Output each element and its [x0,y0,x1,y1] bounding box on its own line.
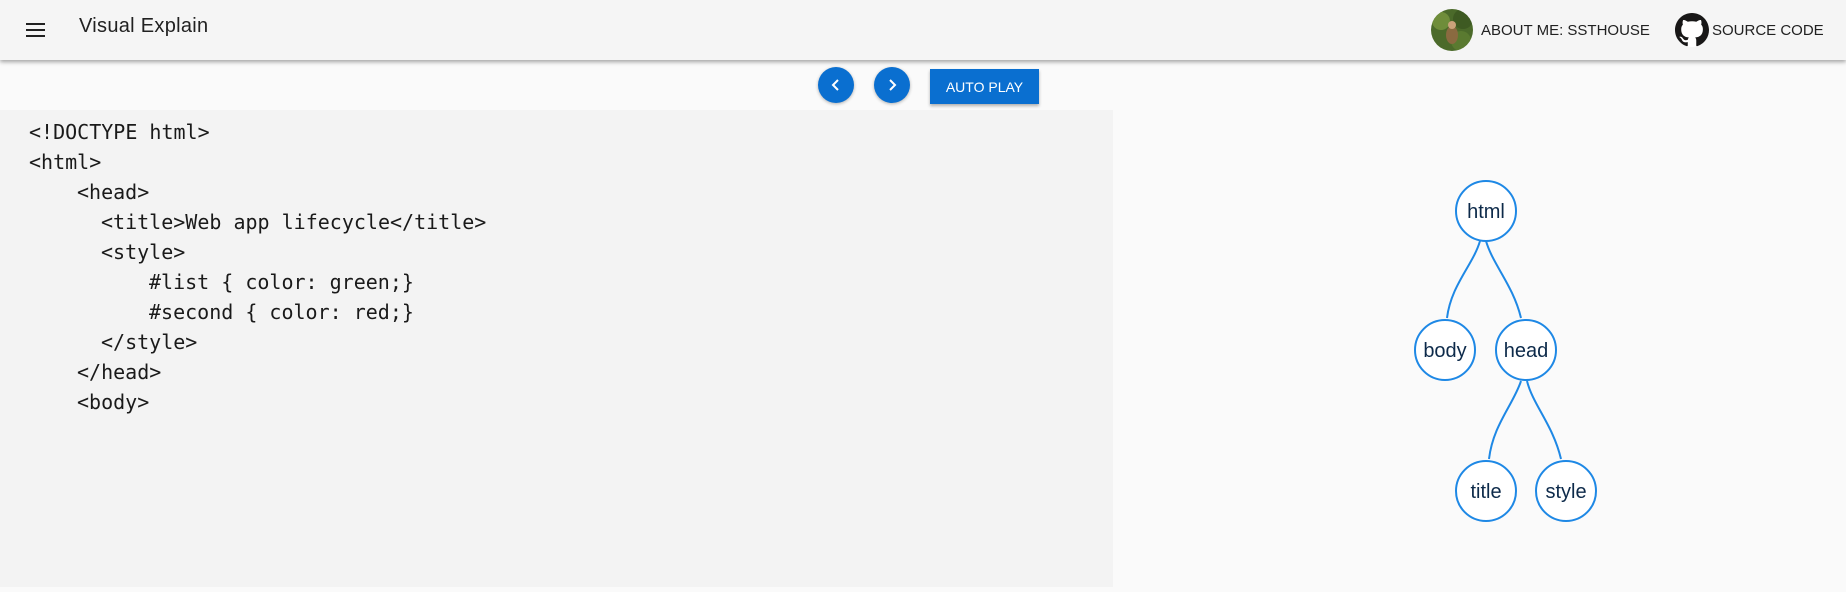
auto-play-button[interactable]: AUTO PLAY [930,69,1039,104]
app-title: Visual Explain [79,15,209,37]
tree-edge [1485,240,1522,319]
code-line: <html> [29,150,102,174]
code-line: <title>Web app lifecycle</title> [101,210,487,234]
tree-edge [1446,240,1481,319]
code-line: <!DOCTYPE html> [29,120,210,144]
avatar [1431,9,1473,51]
tree-node-label: style [1545,481,1586,503]
source-code-link[interactable]: SOURCE CODE [1675,8,1824,52]
dom-tree-diagram: html body head title style [1113,110,1846,587]
source-code-label: SOURCE CODE [1712,21,1824,39]
code-line: </head> [77,360,162,384]
about-me-link[interactable]: ABOUT ME: SSTHOUSE [1431,8,1650,52]
next-step-button[interactable] [874,67,910,103]
code-line: </style> [101,330,198,354]
code-line: <head> [77,180,150,204]
code-line: #list { color: green;} [149,270,414,294]
tree-node-label: html [1467,201,1505,223]
tree-node-label: title [1470,481,1501,503]
tree-edge [1526,380,1562,460]
playback-controls: AUTO PLAY [0,67,1846,104]
about-me-label: ABOUT ME: SSTHOUSE [1481,21,1650,39]
menu-icon[interactable] [20,16,50,44]
previous-step-button[interactable] [818,67,854,103]
tree-node-label: body [1423,340,1466,362]
chevron-left-icon [831,79,839,91]
tree-edge [1488,380,1522,460]
code-line: <style> [101,240,186,264]
chevron-right-icon [889,79,897,91]
github-icon [1675,13,1709,47]
code-panel: <!DOCTYPE html> <html> <head> <title>Web… [0,110,1113,587]
tree-node-label: head [1504,340,1549,362]
code-line: <body> [77,390,150,414]
app-bar: Visual Explain ABOUT ME: SSTHOUSE SOURCE… [0,0,1846,60]
code-line: #second { color: red;} [149,300,414,324]
